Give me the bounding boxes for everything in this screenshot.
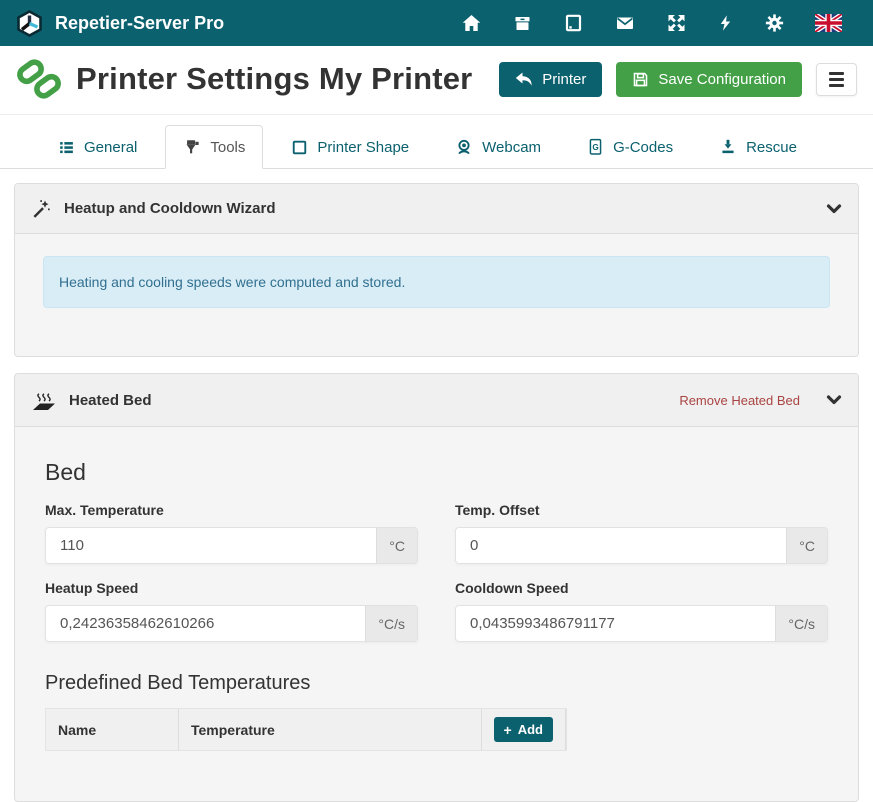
- tab-printer-shape[interactable]: Printer Shape: [273, 125, 427, 169]
- temp-offset-unit: °C: [786, 527, 828, 564]
- heated-bed-panel-header[interactable]: Heated Bed Remove Heated Bed: [15, 374, 858, 427]
- remove-heated-bed-link[interactable]: Remove Heated Bed: [679, 393, 800, 408]
- heatup-speed-input[interactable]: [45, 605, 365, 642]
- bed-fields-grid: Max. Temperature °C Temp. Offset °C Heat…: [45, 486, 828, 642]
- printer-button-label: Printer: [542, 71, 586, 88]
- page-header: Printer Settings My Printer Printer Save…: [0, 46, 873, 115]
- gear-icon[interactable]: [749, 7, 800, 39]
- printer-button[interactable]: Printer: [499, 62, 602, 97]
- add-button-label: Add: [518, 722, 543, 737]
- tab-tools-label: Tools: [210, 139, 245, 156]
- page-title: Printer Settings My Printer: [76, 61, 485, 97]
- mail-icon[interactable]: [599, 7, 651, 39]
- temp-offset-input[interactable]: [455, 527, 786, 564]
- tab-gcodes[interactable]: G G-Codes: [569, 125, 691, 169]
- heated-bed-icon: [31, 388, 57, 412]
- svg-text:G: G: [592, 143, 598, 152]
- cooldown-speed-input[interactable]: [455, 605, 775, 642]
- nozzle-bed-icon: [719, 138, 737, 156]
- column-header-name: Name: [46, 709, 179, 750]
- repetier-logo-icon: [16, 10, 43, 37]
- expand-icon[interactable]: [651, 7, 702, 39]
- brand-label: Repetier-Server Pro: [55, 13, 224, 34]
- max-temperature-label: Max. Temperature: [45, 502, 418, 518]
- settings-tabs: General Tools Printer Shape Webcam: [0, 125, 873, 169]
- tab-gcodes-label: G-Codes: [613, 139, 673, 156]
- heated-bed-panel: Heated Bed Remove Heated Bed Bed Max. Te…: [14, 373, 859, 802]
- extruder-icon: [183, 138, 201, 156]
- tab-webcam-label: Webcam: [482, 139, 541, 156]
- wizard-panel-header[interactable]: Heatup and Cooldown Wizard: [15, 184, 858, 234]
- heatup-speed-unit: °C/s: [365, 605, 418, 642]
- reply-arrow-icon: [515, 72, 533, 87]
- heatup-speed-field-group: Heatup Speed °C/s: [45, 564, 418, 642]
- navbar-icon-group: [446, 7, 857, 39]
- temp-offset-label: Temp. Offset: [455, 502, 828, 518]
- hamburger-icon: [829, 72, 844, 87]
- heated-bed-collapse-chevron-icon[interactable]: [826, 393, 842, 407]
- info-alert: Heating and cooling speeds were computed…: [43, 256, 830, 308]
- wizard-panel-body: Heating and cooling speeds were computed…: [15, 234, 858, 356]
- list-icon: [58, 139, 75, 156]
- tab-rescue[interactable]: Rescue: [701, 125, 815, 169]
- cooldown-speed-field-group: Cooldown Speed °C/s: [455, 564, 828, 642]
- tab-tools[interactable]: Tools: [165, 125, 263, 169]
- bolt-icon[interactable]: [702, 7, 749, 39]
- overflow-menu-button[interactable]: [816, 63, 857, 96]
- magic-wand-icon: [31, 198, 52, 219]
- printer-box-icon[interactable]: [497, 7, 548, 39]
- wizard-panel-title: Heatup and Cooldown Wizard: [64, 200, 814, 217]
- tab-general-label: General: [84, 139, 137, 156]
- flag-en-icon[interactable]: [800, 8, 857, 38]
- cooldown-speed-label: Cooldown Speed: [455, 580, 828, 596]
- cooldown-speed-unit: °C/s: [775, 605, 828, 642]
- tab-rescue-label: Rescue: [746, 139, 797, 156]
- heated-bed-panel-body: Bed Max. Temperature °C Temp. Offset °C …: [15, 459, 858, 801]
- save-configuration-label: Save Configuration: [658, 71, 786, 88]
- top-navbar: Repetier-Server Pro: [0, 0, 873, 46]
- column-header-temperature: Temperature: [179, 709, 482, 750]
- max-temperature-field-group: Max. Temperature °C: [45, 486, 418, 564]
- chain-link-icon: [16, 58, 62, 100]
- tab-printer-shape-label: Printer Shape: [317, 139, 409, 156]
- heated-bed-panel-title: Heated Bed: [69, 392, 667, 409]
- max-temperature-input[interactable]: [45, 527, 376, 564]
- save-configuration-button[interactable]: Save Configuration: [616, 62, 802, 97]
- add-cell: + Add: [482, 709, 566, 750]
- plus-icon: +: [504, 723, 512, 737]
- wizard-panel: Heatup and Cooldown Wizard Heating and c…: [14, 183, 859, 357]
- bed-section-heading: Bed: [45, 459, 828, 486]
- temp-offset-field-group: Temp. Offset °C: [455, 486, 828, 564]
- tab-webcam[interactable]: Webcam: [437, 125, 559, 169]
- square-outline-icon: [291, 139, 308, 156]
- tablet-icon[interactable]: [548, 7, 599, 39]
- heatup-speed-label: Heatup Speed: [45, 580, 418, 596]
- predefined-temps-heading: Predefined Bed Temperatures: [45, 672, 828, 695]
- max-temperature-unit: °C: [376, 527, 418, 564]
- predefined-temps-table: Name Temperature + Add: [45, 708, 567, 751]
- gcode-file-icon: G: [587, 138, 604, 156]
- webcam-icon: [455, 138, 473, 156]
- add-temperature-button[interactable]: + Add: [494, 717, 553, 742]
- brand[interactable]: Repetier-Server Pro: [16, 10, 224, 37]
- floppy-disk-icon: [632, 71, 649, 88]
- wizard-collapse-chevron-icon[interactable]: [826, 202, 842, 216]
- home-icon[interactable]: [446, 7, 497, 39]
- tab-general[interactable]: General: [40, 125, 155, 169]
